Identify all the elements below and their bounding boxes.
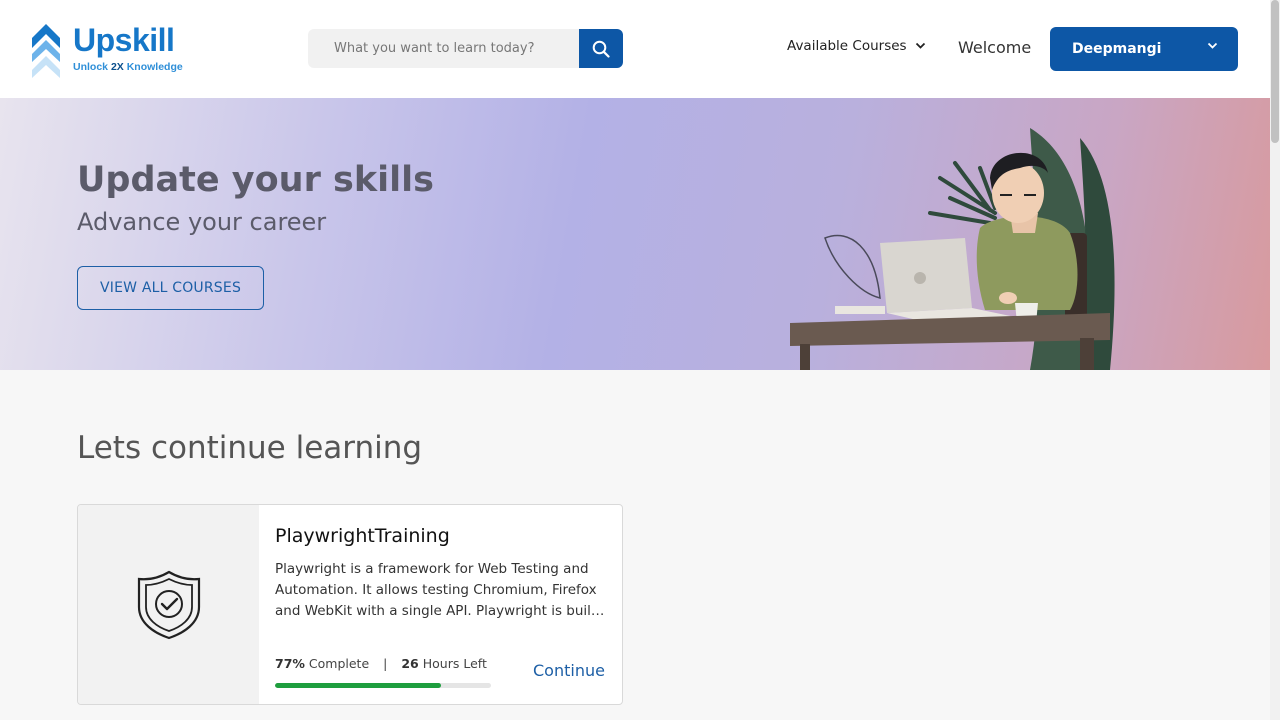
logo-tagline-pre: Unlock [73, 61, 111, 73]
course-stats: 77% Complete | 26 Hours Left [275, 656, 487, 671]
person-at-laptop-illustration [790, 128, 1115, 370]
search-icon [592, 40, 610, 58]
certificate-shield-icon [137, 570, 200, 639]
site-header: Upskill Unlock 2X Knowledge Available Co… [0, 0, 1270, 98]
continue-link[interactable]: Continue [533, 661, 605, 680]
section-title: Lets continue learning [77, 430, 423, 466]
hero-subtitle: Advance your career [77, 208, 327, 236]
logo-tagline-post: Knowledge [123, 61, 183, 73]
search-button[interactable] [579, 29, 623, 68]
upskill-logo[interactable]: Upskill Unlock 2X Knowledge [30, 18, 190, 80]
available-courses-dropdown[interactable]: Available Courses [787, 38, 926, 54]
hero-title: Update your skills [77, 160, 434, 200]
page-scrollbar[interactable] [1270, 0, 1280, 720]
chevron-down-icon [915, 42, 925, 49]
logo-chevrons-icon [32, 24, 60, 78]
course-percent: 77% [275, 656, 305, 671]
course-title: PlaywrightTraining [275, 525, 450, 547]
course-progress-bar [275, 683, 491, 688]
logo-tagline-bold: 2X [110, 61, 124, 73]
user-name: Deepmangi [1072, 41, 1162, 57]
logo-tagline: Unlock 2X Knowledge [73, 61, 183, 73]
chevron-down-icon [1207, 42, 1218, 49]
available-courses-label: Available Courses [787, 38, 907, 54]
logo-text: Upskill [73, 22, 175, 58]
course-complete-label: Complete [308, 656, 370, 671]
course-hours: 26 [401, 656, 419, 671]
course-hours-suffix: Hours Left [422, 656, 487, 671]
welcome-text: Welcome [958, 38, 1032, 57]
search-input[interactable] [308, 29, 580, 68]
user-menu-button[interactable]: Deepmangi [1050, 27, 1238, 71]
course-card: PlaywrightTraining Playwright is a frame… [77, 504, 623, 705]
hero-banner: Update your skills Advance your career V… [0, 98, 1270, 370]
view-all-courses-button[interactable]: VIEW ALL COURSES [77, 266, 264, 310]
stats-separator: | [383, 656, 388, 671]
scrollbar-thumb[interactable] [1271, 0, 1279, 143]
course-thumbnail [78, 505, 259, 704]
search-bar [308, 29, 623, 68]
course-description: Playwright is a framework for Web Testin… [275, 561, 597, 619]
course-progress-fill [275, 683, 442, 688]
